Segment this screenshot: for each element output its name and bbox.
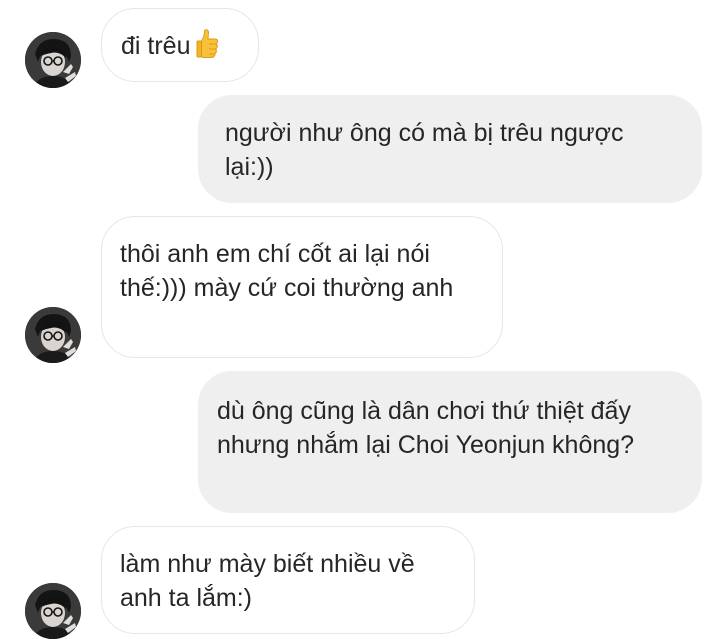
message-text: làm như mày biết nhiều về anh ta lắm:)	[120, 550, 415, 612]
thumbs-up-icon	[196, 28, 220, 67]
message-bubble-outgoing[interactable]: dù ông cũng là dân chơi thứ thiệt đấy nh…	[198, 371, 702, 513]
contact-avatar[interactable]	[25, 307, 81, 363]
avatar-photo-icon	[25, 307, 81, 363]
chat-thread: đi trêu người như ông có mà bị trêu ngượ…	[0, 0, 720, 639]
message-bubble-incoming[interactable]: thôi anh em chí cốt ai lại nói thế:))) m…	[101, 216, 503, 358]
message-text: dù ông cũng là dân chơi thứ thiệt đấy nh…	[217, 397, 635, 459]
message-text: người như ông có mà bị trêu ngược lại:))	[225, 119, 624, 181]
message-bubble-incoming[interactable]: đi trêu	[101, 8, 259, 82]
avatar-photo-icon	[25, 583, 81, 639]
contact-avatar[interactable]	[25, 32, 81, 88]
avatar-photo-icon	[25, 32, 81, 88]
message-bubble-outgoing[interactable]: người như ông có mà bị trêu ngược lại:))	[198, 95, 702, 203]
contact-avatar[interactable]	[25, 583, 81, 639]
message-text: thôi anh em chí cốt ai lại nói thế:))) m…	[120, 240, 454, 302]
message-bubble-incoming[interactable]: làm như mày biết nhiều về anh ta lắm:)	[101, 526, 475, 634]
message-text: đi trêu	[121, 32, 191, 60]
